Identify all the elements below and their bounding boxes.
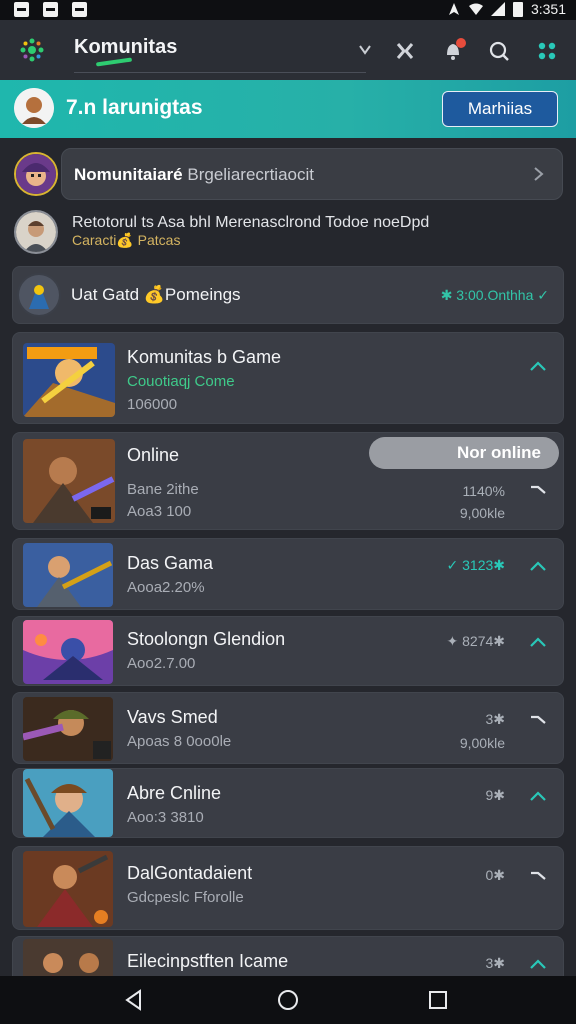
avatar[interactable] (14, 88, 54, 128)
chevron-up-icon[interactable] (527, 555, 549, 577)
chevron-up-icon[interactable] (527, 785, 549, 807)
notification-badge (456, 38, 466, 48)
back-icon[interactable] (122, 988, 146, 1012)
dropdown-icon[interactable] (352, 38, 378, 64)
game-category: Aooa2.20% (127, 579, 205, 596)
game-stat: 1140% (462, 483, 505, 499)
game-rating: ✓ 3123✱ (446, 557, 506, 573)
notification-icon (72, 2, 87, 17)
divider (74, 72, 366, 73)
chevron-up-icon[interactable] (527, 631, 549, 653)
user-avatar[interactable] (14, 152, 58, 196)
game-card[interactable]: Online Nor online Bane 2ithe Aoa3 100 11… (12, 432, 564, 530)
join-button[interactable]: Marhiias (442, 91, 558, 127)
wifi-icon (468, 3, 483, 15)
game-name: DalGontadaient (127, 863, 253, 883)
collapse-icon[interactable] (527, 479, 549, 501)
game-card[interactable]: Stoolongn Glendion Aoo2.7.00 ✦ 8274✱ (12, 616, 564, 686)
game-card[interactable]: Das Gama Aooa2.20% ✓ 3123✱ (12, 538, 564, 610)
app-logo-icon[interactable] (18, 36, 46, 64)
featured-status: ✱ 3:00.Onthha ✓ (440, 287, 549, 303)
banner-title: 7.n larunigtas (66, 96, 203, 119)
game-rating: 9✱ (485, 787, 505, 803)
game-stat-secondary: 9,00kle (459, 735, 505, 751)
community-banner: 7.n larunigtas Marhiias (0, 80, 576, 138)
location-icon (448, 3, 459, 15)
notification-icon (14, 2, 29, 17)
game-thumbnail (23, 697, 113, 761)
user-avatar[interactable] (14, 210, 58, 254)
game-category: Aoo:3 3810 (127, 809, 204, 826)
activity-item[interactable]: Retotorul ts Asa bhl Merenasclrond Todoe… (12, 208, 564, 256)
game-thumbnail (23, 439, 115, 523)
game-card[interactable]: Eilecinpstften Icame 3✱ (12, 936, 564, 976)
status-bar: 3:351 (0, 0, 576, 20)
game-name: Stoolongn Glendion (127, 629, 286, 649)
collapse-icon[interactable] (527, 865, 549, 887)
chevron-up-icon[interactable] (527, 355, 549, 377)
notification-icon (43, 2, 58, 17)
game-card[interactable]: Vavs Smed Apoas 8 0oo0le 3✱ 9,00kle (12, 692, 564, 764)
notification-bell-icon[interactable] (440, 38, 466, 64)
battery-icon (512, 1, 523, 17)
feed: Nomunitaiaré Brgeliarecrtiaocit Retotoru… (0, 138, 576, 976)
filter-icon[interactable] (392, 38, 418, 64)
game-count: 106000 (127, 396, 178, 413)
chevron-right-icon[interactable] (528, 163, 550, 185)
top-app-bar: Komunitas (0, 20, 576, 80)
status-time: 3:351 (530, 1, 566, 17)
system-nav-bar (0, 976, 576, 1024)
page-title: Komunitas (74, 36, 178, 58)
menu-grid-icon[interactable] (534, 38, 560, 64)
post-prompt-title: Nomunitaiaré (74, 165, 183, 184)
post-input[interactable]: Nomunitaiaré Brgeliarecrtiaocit (61, 148, 563, 200)
game-name: Abre Cnline (127, 783, 222, 803)
game-avatar (17, 273, 61, 317)
game-thumbnail (23, 939, 113, 976)
recents-icon[interactable] (426, 988, 450, 1012)
game-category: Gdcpeslc Fforolle (127, 889, 244, 906)
post-prompt-placeholder: Brgeliarecrtiaocit (187, 165, 314, 184)
game-name: Komunitas b Game (127, 347, 282, 367)
home-icon[interactable] (276, 988, 300, 1012)
game-count: Aoa3 100 (127, 503, 192, 520)
game-category: Bane 2ithe (127, 481, 199, 498)
game-thumbnail (23, 543, 113, 607)
game-rating: 3✱ (485, 711, 505, 727)
game-category: Couotiaqj Come (127, 373, 235, 390)
game-category: Apoas 8 0oo0le (127, 733, 232, 750)
game-rating: 0✱ (485, 867, 505, 883)
chevron-up-icon[interactable] (527, 953, 549, 975)
game-thumbnail (23, 851, 113, 927)
game-rating: 3✱ (485, 955, 505, 971)
game-thumbnail (23, 769, 113, 837)
game-category: Aoo2.7.00 (127, 655, 196, 672)
game-stat-secondary: 9,00kle (459, 505, 505, 521)
signal-icon (490, 2, 505, 16)
search-icon[interactable] (486, 38, 512, 64)
game-card[interactable]: Abre Cnline Aoo:3 3810 9✱ (12, 768, 564, 838)
activity-subtext: Caracti💰 Patcas (72, 232, 181, 248)
game-rating: ✦ 8274✱ (446, 633, 506, 649)
activity-text: Retotorul ts Asa bhl Merenasclrond Todoe… (72, 214, 430, 231)
game-name: Das Gama (127, 553, 214, 573)
post-composer: Nomunitaiaré Brgeliarecrtiaocit (12, 148, 564, 200)
game-card[interactable]: Komunitas b Game Couotiaqj Come 106000 (12, 332, 564, 424)
featured-label: Uat Gatd 💰Pomeings (71, 285, 241, 304)
collapse-icon[interactable] (527, 709, 549, 731)
game-thumbnail (23, 620, 113, 684)
game-name: Vavs Smed (127, 707, 218, 727)
game-name: Online (127, 445, 180, 465)
featured-row[interactable]: Uat Gatd 💰Pomeings ✱ 3:00.Onthha ✓ (12, 266, 564, 324)
game-thumbnail (23, 343, 115, 417)
online-status-pill[interactable]: Nor online (369, 437, 559, 469)
game-card[interactable]: DalGontadaient Gdcpeslc Fforolle 0✱ (12, 846, 564, 930)
game-name: Eilecinpstften Icame (127, 951, 289, 971)
